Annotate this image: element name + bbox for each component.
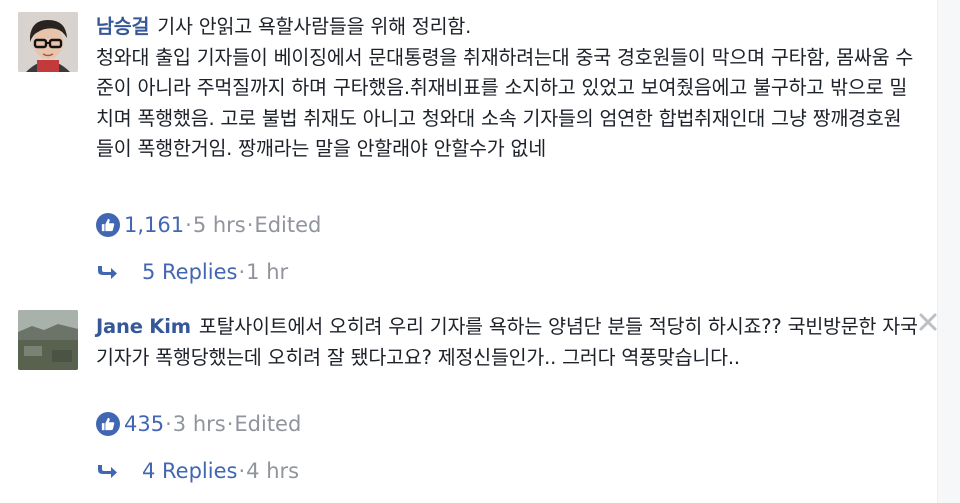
scrollbar-track[interactable]	[937, 0, 960, 503]
comment-body: Jane Kim 포탈사이트에서 오히려 우리 기자를 욕하는 양념단 분들 적당…	[96, 312, 918, 373]
user-avatar-landscape-icon	[18, 310, 78, 370]
comment-thread: 남승걸 기사 안읽고 욕할사람들을 위해 정리함. 청와대 출입 기자들이 베이징…	[0, 0, 960, 503]
thumbs-up-icon	[101, 417, 115, 431]
like-icon[interactable]	[96, 213, 120, 237]
comment-text: 기사 안읽고 욕할사람들을 위해 정리함. 청와대 출입 기자들이 베이징에서 …	[96, 15, 914, 160]
user-avatar-glasses-icon	[18, 12, 78, 72]
like-count[interactable]: 1,161	[124, 213, 184, 237]
view-replies-link[interactable]: 4 Replies · 4 hrs	[96, 456, 299, 486]
meta-separator: ·	[165, 412, 172, 436]
thumbs-up-icon	[101, 218, 115, 232]
comment-text: 포탈사이트에서 오히려 우리 기자를 욕하는 양념단 분들 적당히 하시죠?? …	[96, 315, 918, 369]
meta-separator: ·	[246, 213, 254, 237]
view-replies-link[interactable]: 5 Replies · 1 hr	[96, 257, 288, 287]
comment-author[interactable]: 남승걸	[96, 15, 149, 38]
comment-meta: 1,161 · 5 hrs · Edited	[96, 210, 321, 240]
replies-count[interactable]: 5 Replies	[142, 260, 237, 284]
replies-count[interactable]: 4 Replies	[142, 459, 237, 483]
like-count[interactable]: 435	[124, 412, 164, 436]
comment-author[interactable]: Jane Kim	[96, 315, 191, 338]
edited-label[interactable]: Edited	[254, 213, 321, 237]
reply-arrow-icon	[98, 266, 117, 279]
comment-time[interactable]: 3 hrs	[173, 412, 226, 436]
comment-body: 남승걸 기사 안읽고 욕할사람들을 위해 정리함. 청와대 출입 기자들이 베이징…	[96, 12, 918, 165]
replies-time: 1 hr	[246, 260, 289, 284]
meta-separator: ·	[226, 412, 234, 436]
avatar[interactable]	[18, 310, 78, 370]
meta-separator: ·	[185, 213, 192, 237]
edited-label[interactable]: Edited	[234, 412, 301, 436]
like-icon[interactable]	[96, 412, 120, 436]
close-icon[interactable]	[918, 312, 938, 332]
reply-arrow-icon	[98, 465, 117, 478]
avatar[interactable]	[18, 12, 78, 72]
meta-separator: ·	[238, 260, 246, 284]
comment-time[interactable]: 5 hrs	[193, 213, 246, 237]
replies-time: 4 hrs	[246, 459, 300, 483]
meta-separator: ·	[238, 459, 246, 483]
comment-meta: 435 · 3 hrs · Edited	[96, 409, 301, 439]
